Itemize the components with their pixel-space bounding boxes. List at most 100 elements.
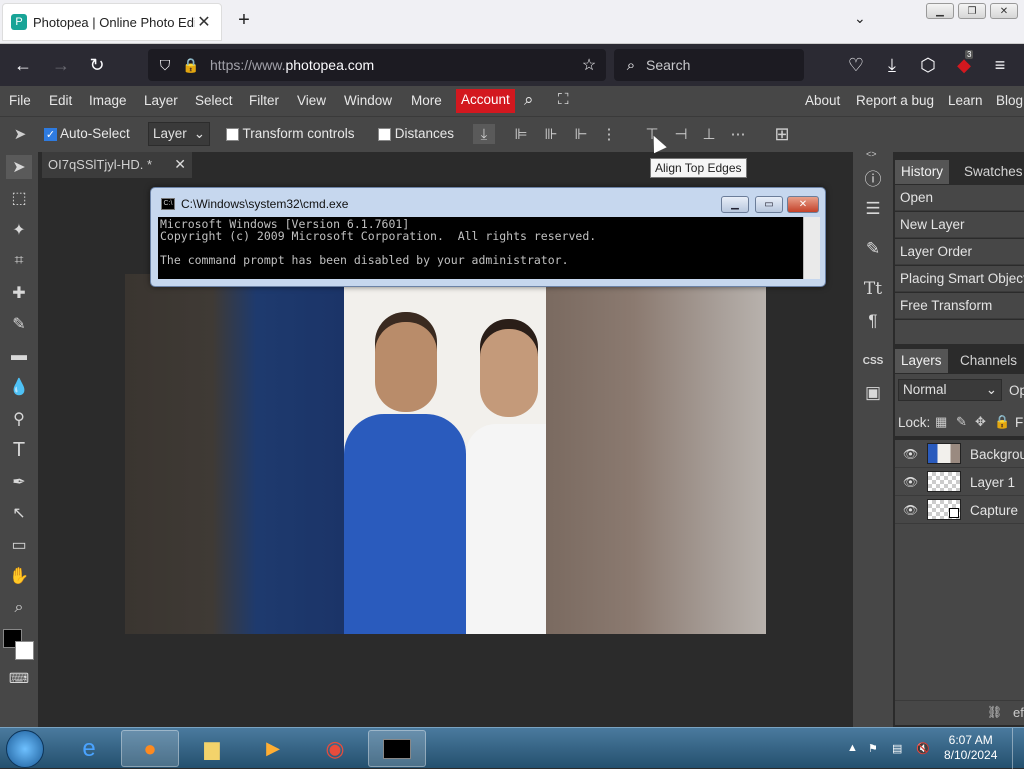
layers-footer-text[interactable]: ef (1013, 705, 1024, 720)
magic-wand-tool-icon[interactable]: ✦ (6, 218, 32, 242)
collapse-panels-icon[interactable]: <> (866, 149, 877, 159)
clock[interactable]: 6:07 AM 8/10/2024 (944, 733, 997, 763)
shield-icon[interactable]: ⛉ (152, 52, 178, 78)
media-player-icon[interactable]: ▶ (244, 730, 302, 767)
document-tab[interactable]: OI7qSSlTjyl-HD. * ✕ (42, 152, 192, 178)
zoom-tool-icon[interactable]: ⌕ (6, 596, 32, 620)
lock-pixels-icon[interactable]: ✎ (956, 414, 967, 430)
eye-icon[interactable]: 👁 (903, 503, 918, 517)
menu-view[interactable]: View (297, 93, 326, 108)
extensions-icon[interactable]: ⬡ (915, 52, 941, 78)
keyboard-icon[interactable]: ⌨ (6, 666, 32, 690)
background-color-swatch[interactable] (15, 641, 34, 660)
fullscreen-icon[interactable]: ⛶ (558, 91, 569, 108)
cmd-console[interactable]: Microsoft Windows [Version 6.1.7601] Copy… (158, 217, 820, 279)
minimize-button[interactable]: ▁ (926, 3, 954, 19)
link-layers-icon[interactable]: ⛓ (987, 705, 1002, 719)
url-bar[interactable]: ⛉ 🔒 https://www.photopea.com ☆ (148, 49, 606, 81)
blur-tool-icon[interactable]: 💧 (6, 375, 32, 399)
marquee-tool-icon[interactable]: ⬚ (6, 186, 32, 210)
auto-select-checkbox[interactable]: ✓ Auto-Select (44, 126, 130, 141)
eye-icon[interactable]: 👁 (903, 447, 918, 461)
history-item[interactable]: Placing Smart Object (895, 266, 1024, 292)
tab-close-icon[interactable]: ✕ (195, 12, 213, 32)
restore-button[interactable]: ❐ (958, 3, 986, 19)
cmd-window[interactable]: C:\ C:\Windows\system32\cmd.exe ▁ ▭ ✕ Mi… (150, 187, 826, 287)
menu-about[interactable]: About (805, 93, 840, 108)
tab-history[interactable]: History (895, 160, 950, 184)
align-left-edges-icon[interactable]: ⊫ (510, 124, 532, 144)
show-desktop-button[interactable] (1012, 728, 1024, 769)
cmd-minimize-button[interactable]: ▁ (721, 196, 749, 213)
lock-transparency-icon[interactable]: ▦ (935, 414, 947, 430)
distribute-horizontal-icon[interactable]: ⋮ (598, 124, 620, 144)
internet-explorer-icon[interactable]: e (60, 730, 118, 767)
cmd-maximize-button[interactable]: ▭ (755, 196, 783, 213)
search-icon[interactable]: ⌕ (524, 90, 534, 110)
hand-tool-icon[interactable]: ✋ (6, 564, 32, 588)
brush-panel-icon[interactable]: ✎ (860, 236, 886, 262)
align-right-edges-icon[interactable]: ⊩ (570, 124, 592, 144)
grid-icon[interactable]: ⊞ (771, 124, 793, 144)
menu-blog[interactable]: Blog (996, 93, 1023, 108)
healing-brush-tool-icon[interactable]: ✚ (6, 281, 32, 305)
align-bottom-edges-icon[interactable]: ⊥ (698, 124, 720, 144)
search-bar[interactable]: ⌕ Search (614, 49, 804, 81)
start-button[interactable] (6, 730, 44, 768)
document-canvas[interactable] (125, 274, 766, 634)
account-button[interactable]: Account (456, 89, 515, 113)
close-icon[interactable]: ✕ (174, 156, 186, 173)
action-center-flag-icon[interactable]: ⚑ (868, 742, 878, 755)
chrome-icon[interactable]: ◉ (306, 730, 364, 767)
menu-learn[interactable]: Learn (948, 93, 983, 108)
cmd-close-button[interactable]: ✕ (787, 196, 819, 213)
history-item[interactable]: Layer Order (895, 239, 1024, 265)
adjustments-icon[interactable]: ☰ (860, 196, 886, 222)
layer-row[interactable]: 👁 Layer 1 (895, 468, 1024, 496)
brush-tool-icon[interactable]: ✎ (6, 312, 32, 336)
tab-channels[interactable]: Channels (954, 349, 1023, 373)
lock-position-icon[interactable]: ✥ (975, 414, 986, 430)
menu-filter[interactable]: Filter (249, 93, 279, 108)
download-arrow-icon[interactable]: ⤓ (473, 124, 495, 144)
lock-all-icon[interactable]: 🔒 (994, 414, 1010, 430)
ublock-icon[interactable]: ◆ 3 (951, 50, 977, 78)
menu-window[interactable]: Window (344, 93, 392, 108)
pen-tool-icon[interactable]: ✒ (6, 470, 32, 494)
eye-icon[interactable]: 👁 (903, 475, 918, 489)
auto-select-target-dropdown[interactable]: Layer ⌄ (148, 122, 210, 146)
cmd-taskbar-icon[interactable] (368, 730, 426, 767)
menu-more[interactable]: More (411, 93, 442, 108)
downloads-icon[interactable]: ⤓ (879, 52, 905, 78)
crop-tool-icon[interactable]: ⌗ (6, 249, 32, 273)
dodge-tool-icon[interactable]: ⚲ (6, 407, 32, 431)
menu-file[interactable]: File (9, 93, 31, 108)
cmd-scrollbar[interactable] (803, 217, 820, 279)
network-icon[interactable]: ▤ (892, 742, 902, 755)
volume-muted-icon[interactable]: 🔇 (916, 742, 930, 755)
history-item[interactable]: Open (895, 185, 1024, 211)
forward-arrow-icon[interactable]: → (48, 52, 74, 78)
gradient-tool-icon[interactable]: ▬ (6, 344, 32, 368)
show-hidden-icons-icon[interactable]: ▲ (847, 742, 858, 754)
css-panel-icon[interactable]: CSS (860, 348, 886, 374)
rectangle-tool-icon[interactable]: ▭ (6, 533, 32, 557)
transform-controls-checkbox[interactable]: Transform controls (226, 126, 355, 141)
firefox-icon[interactable]: ● (121, 730, 179, 767)
move-tool-icon[interactable]: ➤ (6, 155, 32, 179)
distances-checkbox[interactable]: Distances (378, 126, 454, 141)
bookmark-star-icon[interactable]: ☆ (576, 52, 602, 78)
image-panel-icon[interactable]: ▣ (860, 380, 886, 406)
browser-tab-photopea[interactable]: P Photopea | Online Photo Editor ✕ (2, 3, 222, 41)
history-item[interactable]: Free Transform (895, 293, 1024, 319)
blend-mode-dropdown[interactable]: Normal ⌄ (898, 379, 1002, 401)
info-icon[interactable]: ⓘ (860, 164, 886, 190)
window-close-button[interactable]: ✕ (990, 3, 1018, 19)
hamburger-menu-icon[interactable]: ≡ (987, 52, 1013, 78)
menu-edit[interactable]: Edit (49, 93, 72, 108)
type-tool-icon[interactable]: T (6, 438, 32, 462)
list-all-tabs-chevron-icon[interactable]: ⌄ (854, 10, 866, 27)
align-horizontal-centers-icon[interactable]: ⊪ (540, 124, 562, 144)
reload-icon[interactable]: ↻ (84, 52, 110, 78)
tab-swatches[interactable]: Swatches (958, 160, 1024, 184)
